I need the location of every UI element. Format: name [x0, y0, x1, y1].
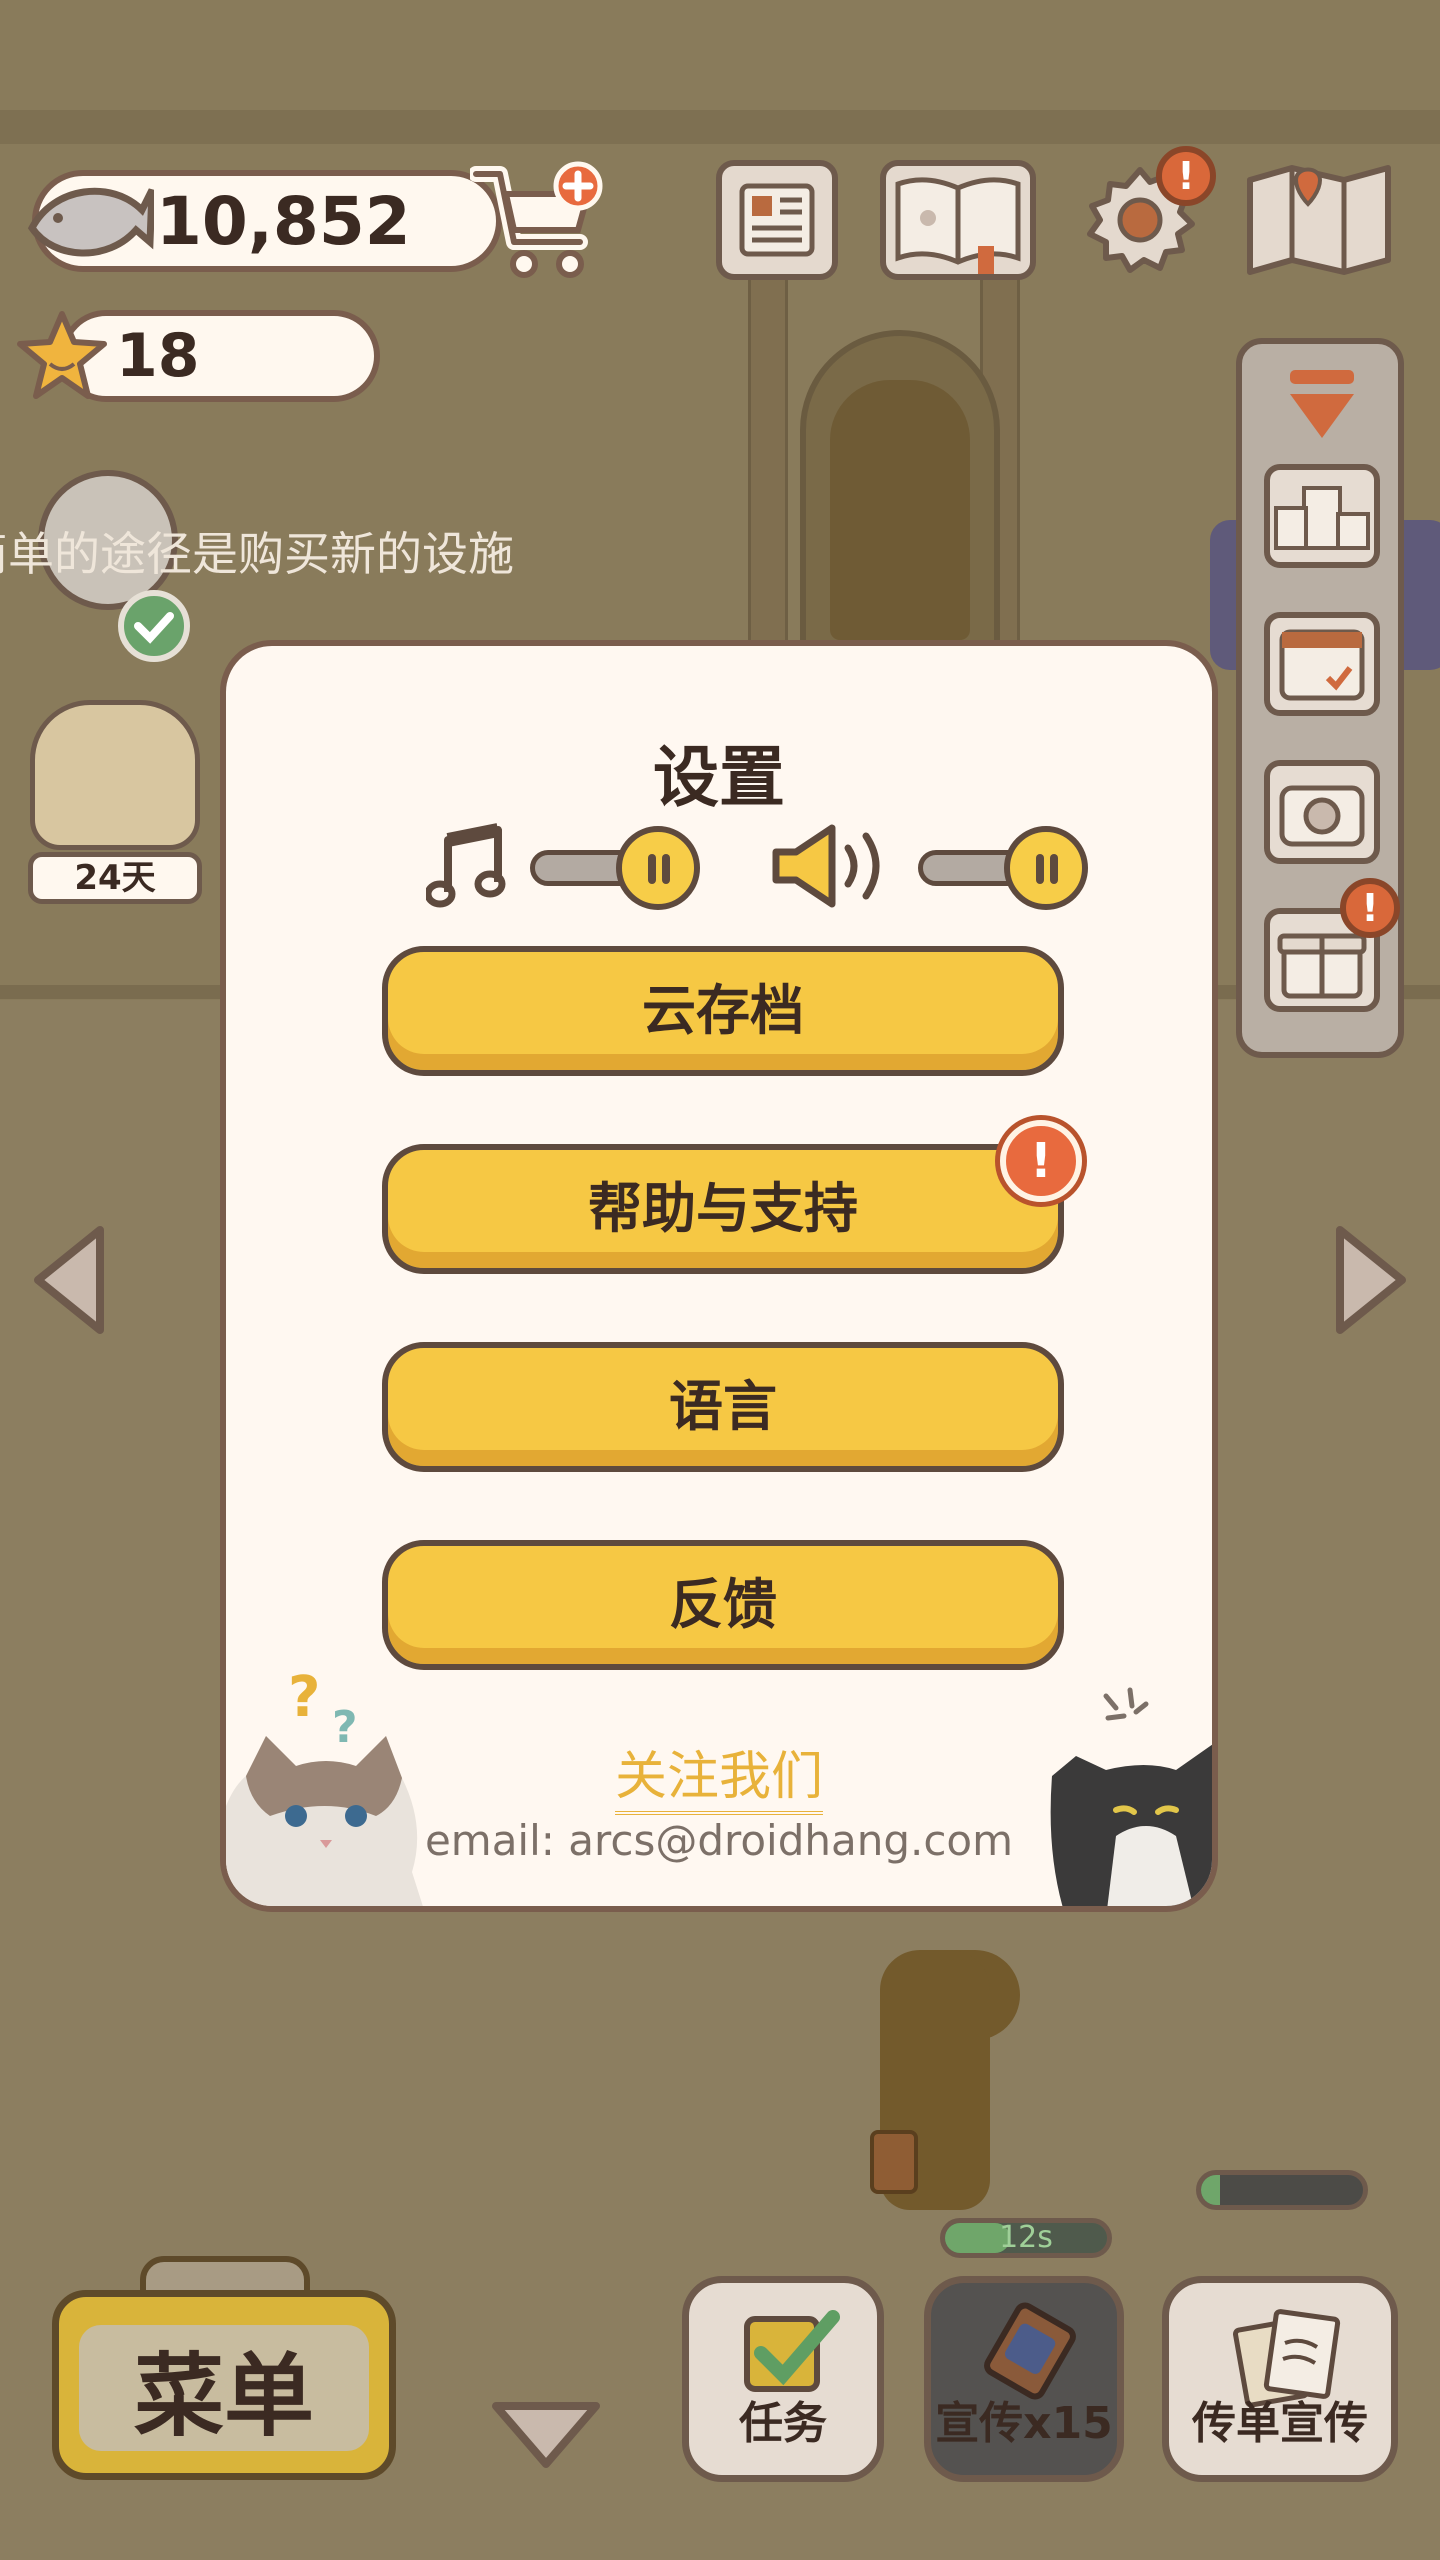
star-count: 18 [116, 321, 200, 391]
map-button[interactable] [1244, 160, 1394, 280]
menu-label: 菜单 [79, 2325, 369, 2451]
deer-customers-group [830, 380, 970, 640]
expand-down-arrow-icon[interactable] [486, 2394, 606, 2474]
music-toggle[interactable] [530, 826, 700, 910]
calendar-button[interactable] [1264, 612, 1380, 716]
collapse-arrow-icon[interactable] [1286, 366, 1358, 446]
cloud-save-label: 云存档 [642, 978, 804, 1042]
gift-alert-badge: ! [1340, 878, 1400, 938]
newspaper-button[interactable] [716, 160, 838, 280]
podium-icon [1274, 486, 1370, 550]
speaker-icon [772, 824, 880, 908]
flyer-label: 传单宣传 [1192, 2398, 1368, 2449]
check-icon [118, 590, 190, 662]
svg-text:?: ? [332, 1702, 358, 1753]
camera-button[interactable] [1264, 760, 1380, 864]
menu-button[interactable]: 菜单 [52, 2290, 396, 2480]
fish-icon [27, 187, 154, 257]
tasks-label: 任务 [739, 2398, 827, 2449]
promo-timer: 12s [940, 2218, 1112, 2258]
map-icon [1247, 165, 1391, 275]
leaderboard-button[interactable] [1264, 464, 1380, 568]
shop-cart-icon[interactable] [470, 160, 610, 285]
feedback-button[interactable]: 反馈 [382, 1540, 1064, 1670]
svg-text:?: ? [288, 1665, 320, 1730]
settings-dialog: 设置 云存档 帮助与支持 ! 语言 反馈 关注我们 email: arcs@dr… [220, 640, 1218, 1912]
help-support-label: 帮助与支持 [588, 1176, 858, 1240]
language-button[interactable]: 语言 [382, 1342, 1064, 1472]
sound-toggle-knob[interactable] [1004, 826, 1088, 910]
tasks-button[interactable]: 任务 [682, 2276, 884, 2482]
promotion-button[interactable]: 宣传x15 [924, 2276, 1124, 2482]
flyer-progress-fill [1201, 2175, 1221, 2205]
scroll-left-arrow-icon[interactable] [26, 1220, 116, 1340]
phone-icon [870, 2130, 918, 2194]
fish-count: 10,852 [156, 182, 411, 260]
language-label: 语言 [669, 1374, 777, 1438]
dialog-title: 设置 [653, 739, 785, 816]
sound-toggle[interactable] [918, 826, 1088, 910]
side-menu-panel: ! [1236, 338, 1404, 1058]
music-note-icon [426, 823, 506, 908]
ceiling-beam [0, 110, 1440, 144]
book-icon [895, 177, 1021, 274]
confused-cat-image: ? ? [226, 1665, 423, 1906]
cloud-save-button[interactable]: 云存档 [382, 946, 1064, 1076]
follow-us-link[interactable]: 关注我们 [614, 1747, 823, 1815]
timer-text: 12s [999, 2220, 1053, 2255]
camera-icon [1279, 785, 1365, 847]
feedback-label: 反馈 [669, 1572, 777, 1636]
cat-album-button[interactable] [880, 160, 1036, 280]
jester-cat-character[interactable] [30, 700, 200, 850]
settings-button[interactable]: ! [1080, 146, 1216, 280]
star-icon [17, 311, 107, 399]
grumpy-cat-image [1050, 1687, 1212, 1906]
help-alert-badge: ! [1000, 1120, 1082, 1202]
gift-button[interactable]: ! [1264, 878, 1400, 1012]
hint-text: 简单的途径是购买新的设施 [0, 527, 514, 581]
help-support-button[interactable]: 帮助与支持 ! [382, 1120, 1082, 1274]
music-toggle-knob[interactable] [616, 826, 700, 910]
newspaper-icon [739, 183, 815, 257]
flyer-progress-bar [1196, 2170, 1368, 2210]
promo-card-icon [984, 2302, 1076, 2400]
settings-alert-badge: ! [1156, 146, 1216, 206]
days-label: 24天 [28, 852, 202, 904]
flyer-promo-button[interactable]: 传单宣传 [1162, 2276, 1398, 2482]
calendar-icon [1279, 629, 1365, 701]
scroll-right-arrow-icon[interactable] [1324, 1220, 1414, 1340]
promo-label: 宣传x15 [935, 2398, 1113, 2449]
